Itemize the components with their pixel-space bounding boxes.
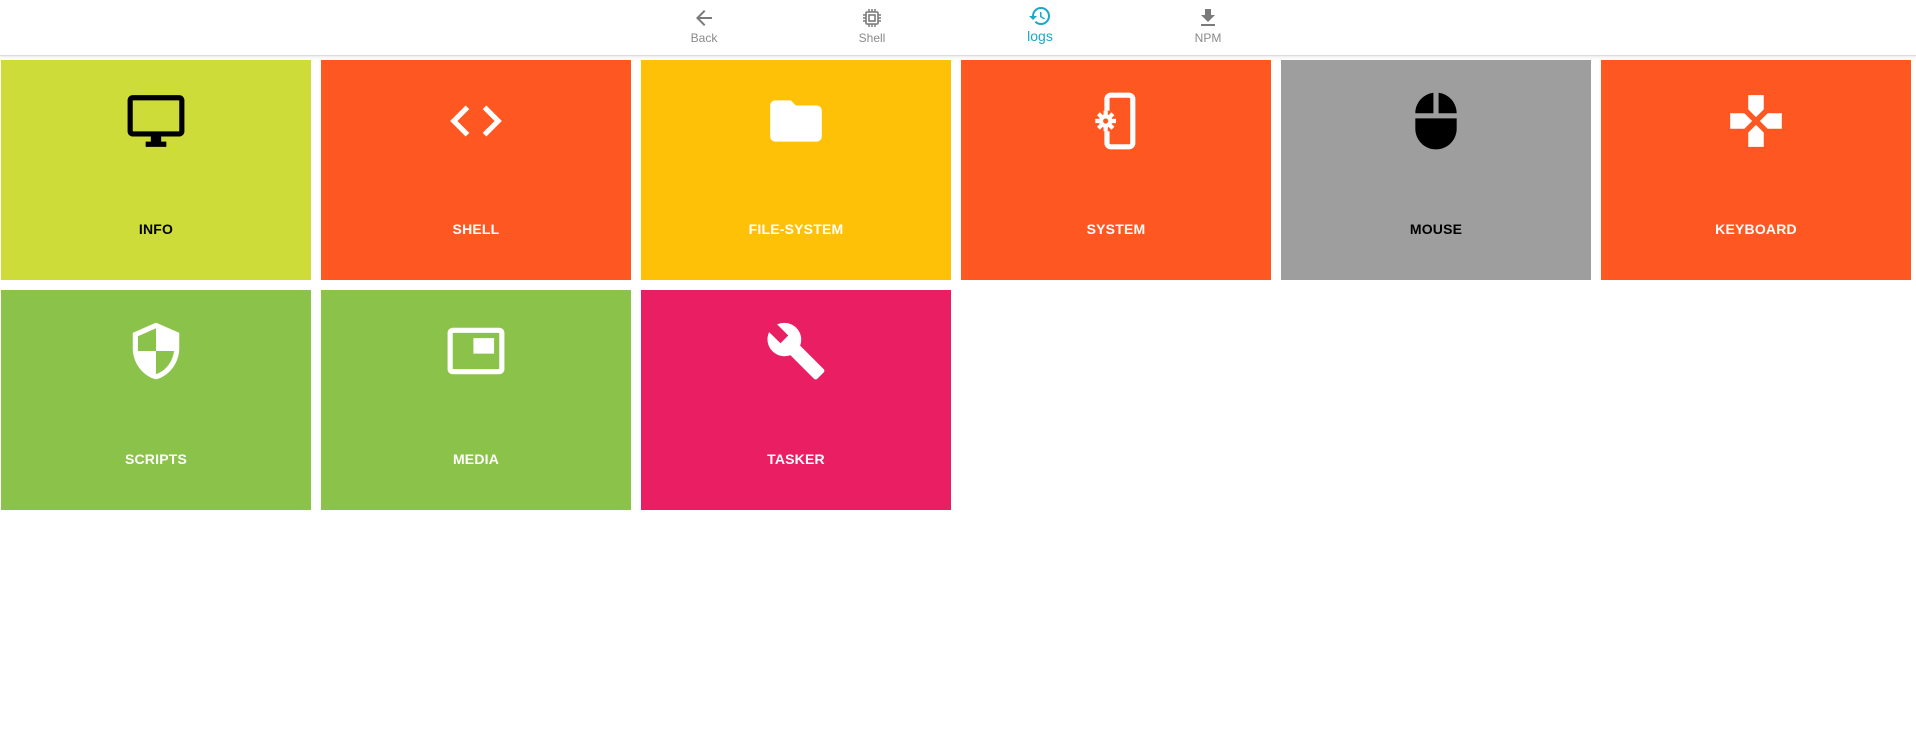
nav-shell-label: Shell bbox=[858, 31, 886, 45]
phone-settings-icon bbox=[961, 86, 1271, 156]
tile-shell-label: SHELL bbox=[452, 221, 500, 237]
tile-keyboard-label: KEYBOARD bbox=[1715, 221, 1797, 237]
tile-file-system-label: FILE-SYSTEM bbox=[748, 221, 844, 237]
nav-back-label: Back bbox=[690, 31, 718, 45]
nav-back[interactable]: Back bbox=[649, 6, 759, 52]
tile-media-label: MEDIA bbox=[452, 451, 500, 467]
wrench-icon bbox=[641, 316, 951, 386]
tile-info[interactable]: INFO bbox=[1, 60, 311, 280]
monitor-icon bbox=[1, 86, 311, 156]
shield-icon bbox=[1, 316, 311, 386]
tile-mouse[interactable]: MOUSE bbox=[1281, 60, 1591, 280]
arrow-left-icon bbox=[692, 6, 716, 30]
nav-shell[interactable]: Shell bbox=[817, 6, 927, 52]
folder-icon bbox=[641, 86, 951, 156]
tile-media[interactable]: MEDIA bbox=[321, 290, 631, 510]
code-icon bbox=[321, 86, 631, 156]
mouse-icon bbox=[1281, 86, 1591, 156]
nav-npm-label: NPM bbox=[1194, 31, 1222, 45]
tile-mouse-label: MOUSE bbox=[1409, 221, 1463, 237]
chip-icon bbox=[860, 6, 884, 30]
tile-system[interactable]: SYSTEM bbox=[961, 60, 1271, 280]
tile-tasker[interactable]: TASKER bbox=[641, 290, 951, 510]
tile-scripts[interactable]: SCRIPTS bbox=[1, 290, 311, 510]
tile-scripts-label: SCRIPTS bbox=[124, 451, 188, 467]
nav-logs-label: logs bbox=[1027, 28, 1053, 44]
history-icon bbox=[1028, 4, 1052, 28]
tile-tasker-label: TASKER bbox=[767, 451, 825, 467]
tile-system-label: SYSTEM bbox=[1086, 221, 1146, 237]
tile-shell[interactable]: SHELL bbox=[321, 60, 631, 280]
top-navigation-bar: Back Shell logs NPM bbox=[0, 0, 1916, 56]
tile-info-label: INFO bbox=[138, 221, 174, 237]
picture-in-picture-icon bbox=[321, 316, 631, 386]
download-icon bbox=[1196, 6, 1220, 30]
gamepad-icon bbox=[1601, 86, 1911, 156]
tile-file-system[interactable]: FILE-SYSTEM bbox=[641, 60, 951, 280]
nav-npm[interactable]: NPM bbox=[1153, 6, 1263, 52]
tile-keyboard[interactable]: KEYBOARD bbox=[1601, 60, 1911, 280]
nav-logs[interactable]: logs bbox=[985, 4, 1095, 50]
